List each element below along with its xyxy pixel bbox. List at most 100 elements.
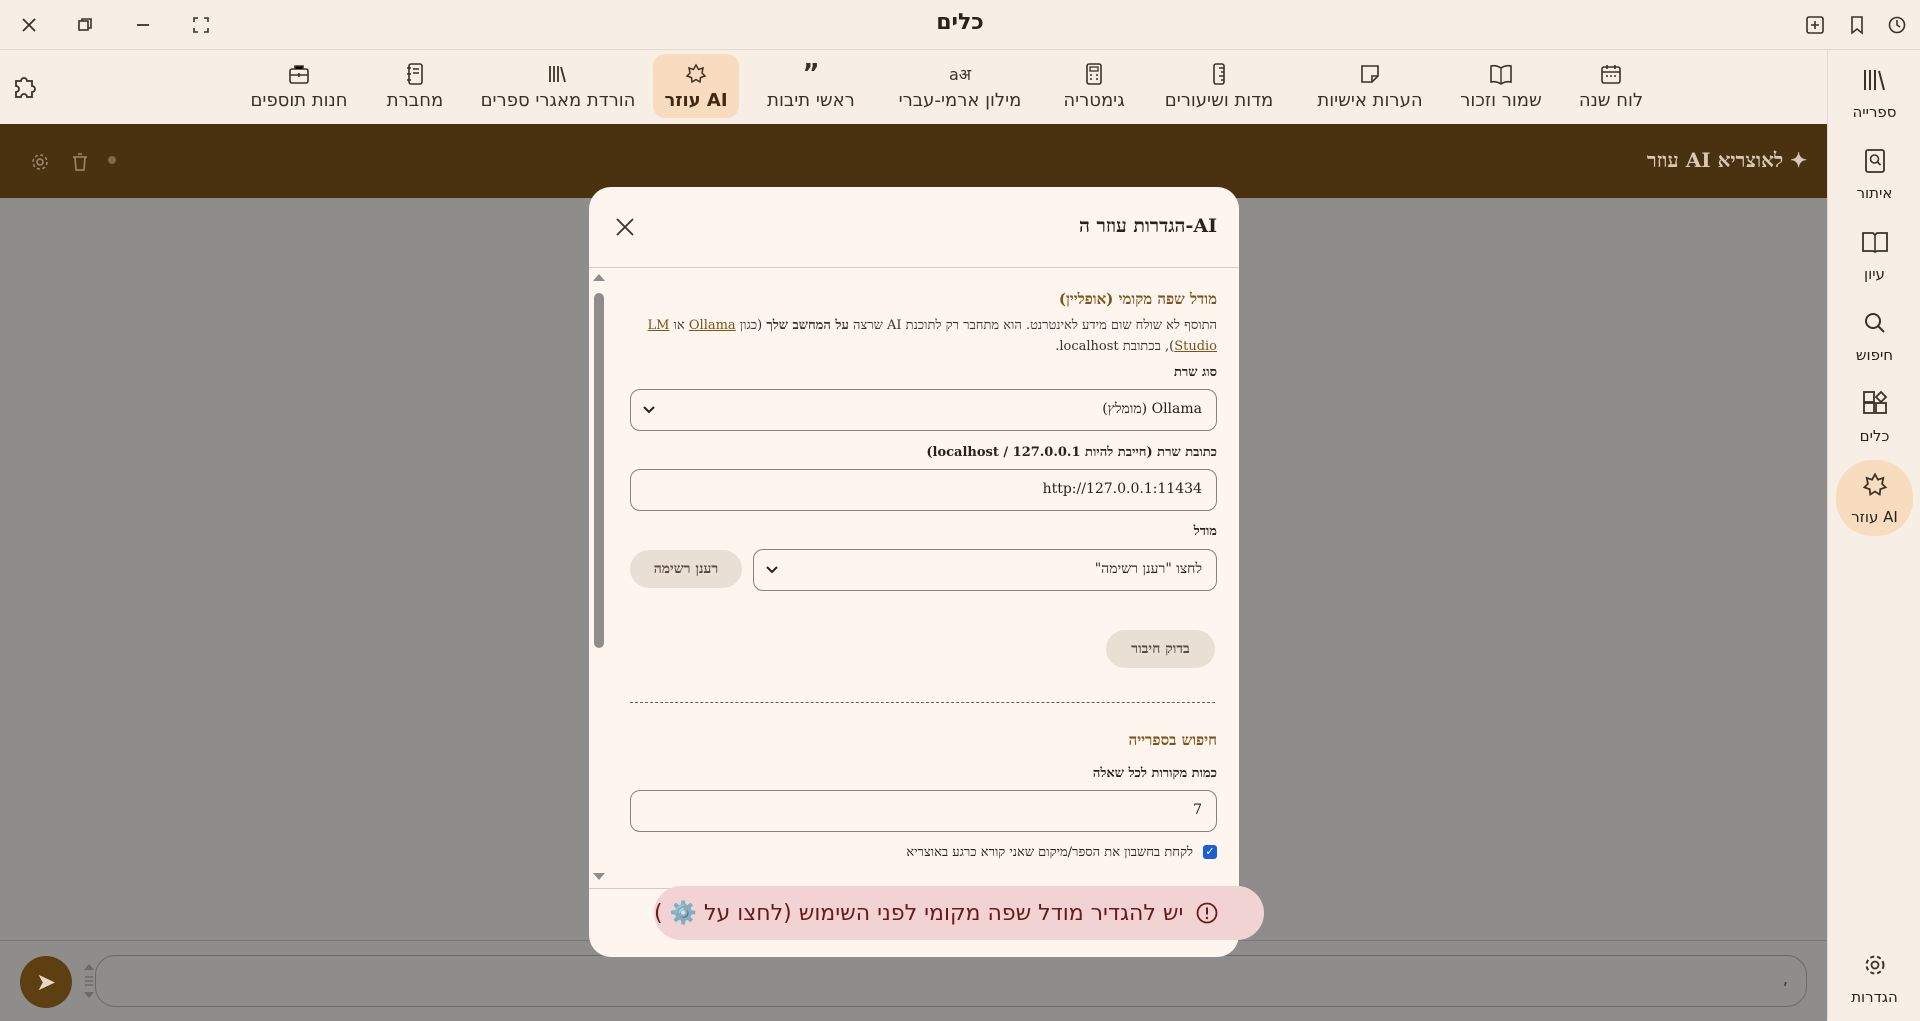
translate-icon: aअ (948, 65, 972, 84)
rail-item-study[interactable]: עיון (1836, 217, 1913, 293)
close-icon (22, 18, 36, 32)
bookmarks-button[interactable] (1842, 10, 1872, 40)
new-tab-button[interactable] (1800, 10, 1830, 40)
sources-count-value: 7 (1193, 802, 1202, 818)
ai-settings-button[interactable] (30, 152, 50, 172)
fullscreen-button[interactable] (186, 10, 216, 40)
store-icon (285, 60, 313, 88)
chat-input[interactable]: , (95, 955, 1807, 1007)
restore-icon (78, 18, 92, 31)
tool-ai-assistant[interactable]: עוזר AI (653, 54, 739, 118)
scroll-down-icon (593, 873, 605, 880)
rail-item-tools[interactable]: כלים (1836, 379, 1913, 455)
dialog-header: הגדרות עוזר ה-AI (589, 187, 1239, 268)
rail-item-label: ספרייה (1852, 103, 1897, 121)
refresh-list-button[interactable]: רענן רשימה (630, 550, 742, 588)
model-select[interactable]: לחצו "רענן רשימה" (753, 549, 1217, 591)
chat-resize-handle[interactable] (82, 962, 96, 1000)
rail-item-label: חיפוש (1855, 346, 1894, 364)
context-checkbox-label: לקחת בחשבון את הספר/מיקום שאני קורא כרגע… (906, 845, 1193, 860)
tool-gematria[interactable]: גימטריה (1046, 54, 1142, 118)
rail-item-ai-assistant[interactable]: עוזר AI (1836, 460, 1913, 536)
tool-notebook[interactable]: מחברת (371, 54, 459, 118)
tool-label: ראשי תיבות (767, 90, 855, 111)
extensions-button[interactable] (10, 72, 40, 102)
book-bookmark-icon (1487, 60, 1515, 88)
error-toast: יש להגדיר מודל שפה מקומי לפני השימוש (לח… (654, 886, 1264, 940)
server-url-label: כתובת שרת (חייבת להיות localhost / 127.0… (926, 445, 1217, 460)
chat-input-placeholder: , (1782, 969, 1788, 988)
dialog-close-button[interactable] (615, 217, 641, 243)
rail-item-label: כלים (1859, 427, 1890, 445)
library-search-section-title: חיפוש בספרייה (1128, 731, 1217, 749)
minimize-window-button[interactable] (128, 10, 158, 40)
tool-aramaic-dictionary[interactable]: aअ מילון ארמי-עברי (886, 54, 1034, 118)
gear-icon (1860, 950, 1890, 980)
search-icon (1860, 308, 1890, 338)
section-divider (630, 702, 1215, 703)
alert-circle-icon (1197, 902, 1218, 924)
tool-measures[interactable]: מדות ושיעורים (1148, 54, 1290, 118)
resize-arrows-icon (84, 964, 94, 998)
close-window-button[interactable] (14, 10, 44, 40)
tool-label: הערות אישיות (1317, 90, 1423, 111)
ai-panel-title: עוזר AI לאוצריא ✦ (1646, 148, 1807, 172)
history-icon (1888, 16, 1906, 34)
tool-calendar[interactable]: לוח שנה (1558, 54, 1664, 118)
scrollbar-thumb[interactable] (594, 293, 604, 648)
tool-label: גימטריה (1063, 90, 1125, 111)
server-url-input[interactable]: http://127.0.0.1:11434 (630, 469, 1217, 511)
server-type-select[interactable]: Ollama (מומלץ) (630, 389, 1217, 431)
ruler-icon (1205, 60, 1233, 88)
clear-chat-button[interactable] (70, 152, 90, 172)
tool-label: הורדת מאגרי ספרים (480, 90, 636, 111)
gear-icon (32, 154, 48, 170)
tool-personal-notes[interactable]: הערות אישיות (1300, 54, 1440, 118)
window-title: כלים (936, 10, 984, 35)
dialog-scrollbar[interactable] (589, 268, 613, 888)
find-book-icon (1860, 146, 1890, 176)
local-model-section-title: מודל שפה מקומי (אופליין) (1058, 290, 1217, 308)
rail-item-library[interactable]: ספרייה (1836, 55, 1913, 131)
tool-download-books[interactable]: הורדת מאגרי ספרים (470, 54, 646, 118)
ai-settings-dialog: הגדרות עוזר ה-AI מודל שפה מקומי (אופליין… (589, 187, 1239, 957)
tool-label: חנות תוספים (250, 90, 348, 111)
dialog-title: הגדרות עוזר ה-AI (1078, 215, 1217, 237)
restore-window-button[interactable] (70, 10, 100, 40)
tools-icon (1860, 389, 1890, 419)
tools-bar: לוח שנה שמור וזכור הערות אישיות מדות ושי… (0, 50, 1827, 124)
scroll-up-icon (593, 274, 605, 281)
sources-count-input[interactable]: 7 (630, 790, 1217, 832)
rail-item-settings[interactable]: הגדרות (1836, 940, 1913, 1016)
bookmark-icon (1851, 16, 1863, 35)
rail-item-find[interactable]: איתור (1836, 136, 1913, 212)
minimize-icon (137, 24, 149, 26)
tool-label: עוזר AI (664, 90, 728, 111)
dialog-body: מודל שפה מקומי (אופליין) התוסף לא שולח ש… (589, 268, 1239, 888)
tool-label: שמור וזכור (1460, 90, 1542, 111)
calendar-icon (1597, 60, 1625, 88)
rail-item-search[interactable]: חיפוש (1836, 298, 1913, 374)
context-checkbox-row: ✓ לקחת בחשבון את הספר/מיקום שאני קורא כר… (906, 844, 1217, 860)
rail-item-label: איתור (1856, 184, 1893, 202)
tool-label: מילון ארמי-עברי (898, 90, 1022, 111)
server-type-value: Ollama (מומלץ) (1102, 401, 1202, 417)
send-button[interactable]: ➤ (20, 956, 72, 1008)
ollama-link[interactable]: Ollama (689, 318, 736, 333)
history-button[interactable] (1882, 10, 1912, 40)
tool-abbreviations[interactable]: ” ראשי תיבות (754, 54, 868, 118)
tool-plugin-store[interactable]: חנות תוספים (236, 54, 362, 118)
add-tab-icon (1806, 16, 1824, 34)
trash-icon (73, 153, 87, 171)
chevron-down-icon (643, 406, 655, 414)
model-value: לחצו "רענן רשימה" (1094, 561, 1202, 577)
context-checkbox[interactable]: ✓ (1203, 845, 1217, 859)
rail-item-label: הגדרות (1851, 988, 1898, 1006)
calculator-icon (1080, 60, 1108, 88)
test-connection-button[interactable]: בדוק חיבור (1106, 630, 1215, 668)
books-download-icon (544, 60, 572, 88)
tool-label: לוח שנה (1578, 90, 1644, 111)
tool-save-remember[interactable]: שמור וזכור (1446, 54, 1556, 118)
sources-count-label: כמות מקורות לכל שאלה (1092, 766, 1217, 781)
library-icon (1860, 65, 1890, 95)
